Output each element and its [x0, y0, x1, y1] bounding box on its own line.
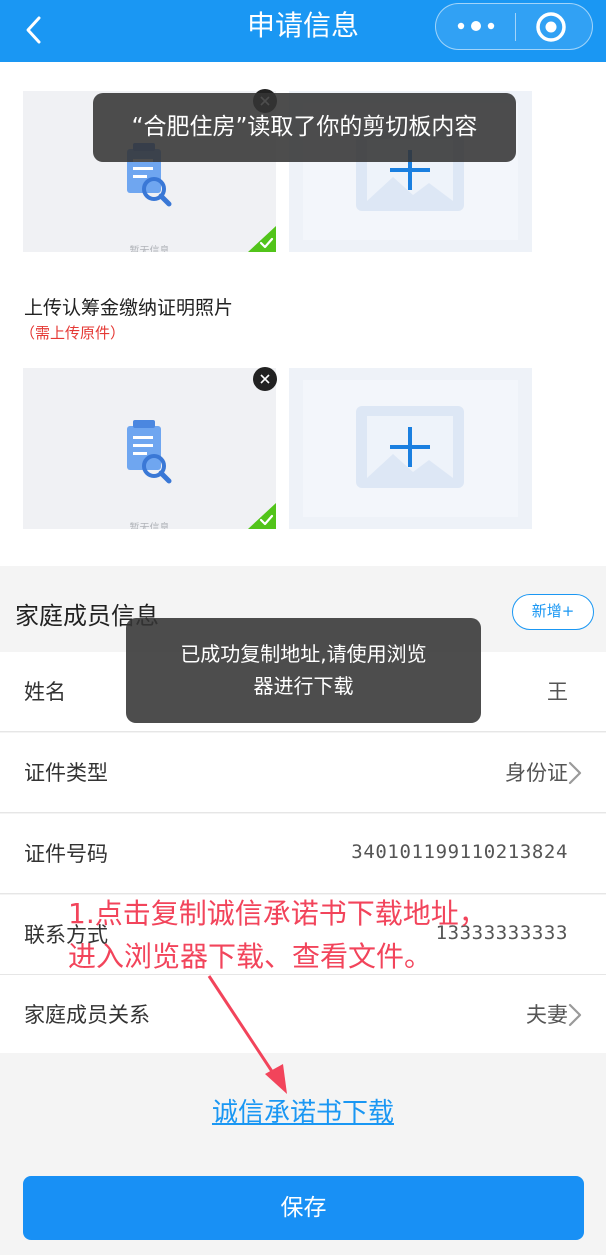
more-dots-icon[interactable] — [450, 12, 502, 40]
id-type-row[interactable]: 证件类型 身份证 — [0, 733, 606, 813]
check-badge-icon — [248, 503, 276, 529]
row-label: 家庭成员关系 — [24, 1003, 150, 1027]
close-target-icon[interactable] — [534, 10, 568, 44]
instruction-annotation: 1.点击复制诚信承诺书下载地址， 进入浏览器下载、查看文件。 — [68, 892, 487, 978]
clipboard-toast: “合肥住房”读取了你的剪切板内容 — [93, 93, 516, 162]
row-value[interactable]: 王 — [547, 676, 568, 706]
original-required-note: （需上传原件） — [20, 324, 126, 342]
delete-image-icon[interactable] — [253, 367, 277, 391]
row-value: 身份证 — [505, 761, 568, 785]
pledge-download-link[interactable]: 诚信承诺书下载 — [0, 1092, 606, 1129]
no-info-text: 暂无信息 — [129, 523, 170, 529]
chevron-right-icon — [568, 1003, 582, 1027]
row-value[interactable]: 340101199110213824 — [351, 841, 568, 863]
document-search-icon — [127, 420, 172, 484]
add-image-icon — [303, 380, 518, 517]
annotation-arrow-icon — [207, 975, 287, 1094]
nav-bar: 申请信息 — [0, 0, 606, 62]
row-label: 证件号码 — [24, 842, 108, 866]
row-value: 夫妻 — [526, 1003, 568, 1027]
mini-program-capsule — [435, 3, 593, 50]
toast-line: 器进行下载 — [253, 674, 354, 698]
upload-payment-proof-label: 上传认筹金缴纳证明照片 — [24, 297, 234, 319]
row-label: 姓名 — [24, 680, 66, 704]
add-member-button[interactable]: 新增+ — [512, 594, 594, 630]
back-arrow-icon[interactable] — [18, 12, 54, 48]
annotation-line: 1.点击复制诚信承诺书下载地址， — [68, 897, 487, 930]
toast-line: 已成功复制地址,请使用浏览 — [180, 642, 427, 666]
uploaded-image-thumb[interactable]: 暂无信息 — [23, 368, 276, 529]
no-info-text: 暂无信息 — [129, 246, 170, 252]
save-button[interactable]: 保存 — [23, 1176, 584, 1240]
chevron-right-icon — [568, 761, 582, 785]
row-label: 证件类型 — [24, 761, 108, 785]
check-badge-icon — [248, 226, 276, 252]
id-number-row[interactable]: 证件号码 340101199110213824 — [0, 814, 606, 894]
capsule-divider — [515, 13, 516, 41]
copy-success-toast: 已成功复制地址,请使用浏览 器进行下载 — [126, 618, 481, 723]
add-image-button[interactable] — [289, 368, 532, 529]
